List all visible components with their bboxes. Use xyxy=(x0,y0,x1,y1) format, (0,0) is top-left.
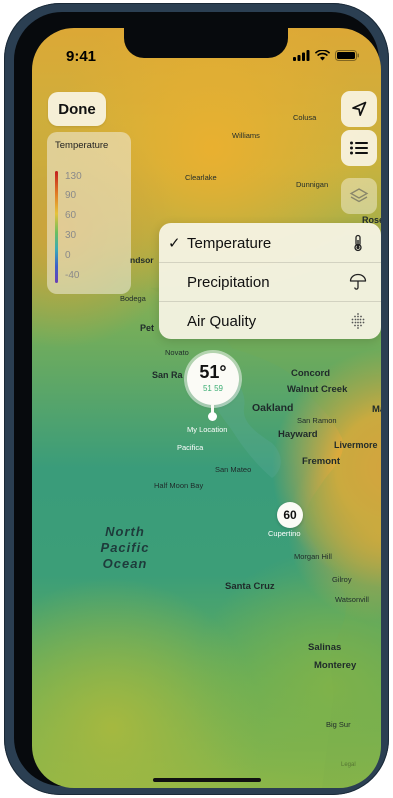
battery-icon xyxy=(335,50,359,61)
phone-bezel: 9:41 Done Temperature 130 90 60 30 0 -40… xyxy=(14,12,381,788)
layers-button[interactable] xyxy=(341,178,377,214)
home-indicator[interactable] xyxy=(153,778,261,782)
low-temperature: 51 xyxy=(202,384,212,393)
status-bar: 9:41 xyxy=(32,28,381,74)
menu-item-label: Precipitation xyxy=(187,273,270,291)
place-label: Cupertino xyxy=(268,529,301,538)
done-button[interactable]: Done xyxy=(48,92,106,126)
place-label: Fremont xyxy=(302,456,340,467)
place-label: Walnut Creek xyxy=(287,384,348,395)
place-label: Ma xyxy=(372,404,381,415)
legend-value: 30 xyxy=(65,230,77,241)
place-label: San Ramon xyxy=(297,416,337,425)
place-label: Salinas xyxy=(308,642,342,653)
menu-item-precipitation[interactable]: Precipitation xyxy=(159,263,381,301)
menu-item-air-quality[interactable]: Air Quality xyxy=(159,302,381,339)
list-button[interactable] xyxy=(341,130,377,166)
legend-color-scale xyxy=(55,171,58,283)
current-temperature: 51° xyxy=(199,362,227,382)
temperature-range: 51 59 xyxy=(187,384,239,393)
menu-item-temperature[interactable]: ✓ Temperature xyxy=(159,224,381,262)
umbrella-icon xyxy=(349,273,367,290)
legend-value: 60 xyxy=(65,210,77,221)
place-label: Pacifica xyxy=(177,443,204,452)
phone-frame: 9:41 Done Temperature 130 90 60 30 0 -40… xyxy=(4,3,389,795)
location-arrow-icon xyxy=(352,101,367,117)
place-label: Bodega xyxy=(120,294,146,303)
place-label: Clearlake xyxy=(185,173,217,182)
list-icon xyxy=(350,141,368,155)
cupertino-temperature-pin[interactable]: 60 xyxy=(277,502,303,528)
place-label: ndsor xyxy=(130,255,154,265)
status-time: 9:41 xyxy=(66,48,97,65)
legal-link[interactable]: Legal xyxy=(341,762,356,768)
place-label: Morgan Hill xyxy=(294,552,332,561)
place-label: Concord xyxy=(291,368,331,379)
place-label: Colusa xyxy=(293,113,317,122)
legend-value: 130 xyxy=(65,171,82,182)
temperature-legend: Temperature 130 90 60 30 0 -40 xyxy=(47,132,131,294)
place-label: Santa Cruz xyxy=(225,581,275,592)
location-dot xyxy=(208,412,217,421)
place-label: Williams xyxy=(232,131,260,140)
place-label: San Mateo xyxy=(215,465,252,474)
place-label: Watsonvill xyxy=(335,595,369,604)
notch xyxy=(124,28,288,58)
legend-value: 90 xyxy=(65,190,77,201)
ocean-label: North Pacific Ocean xyxy=(100,524,150,571)
place-label: Livermore xyxy=(334,440,378,450)
layers-icon xyxy=(349,188,369,203)
place-label: Hayward xyxy=(278,429,318,440)
place-label: San Ra xyxy=(152,370,183,380)
high-temperature: 59 xyxy=(214,384,224,393)
wifi-icon xyxy=(315,50,330,61)
location-button[interactable] xyxy=(341,91,377,127)
menu-item-label: Temperature xyxy=(187,234,272,252)
place-label: Gilroy xyxy=(332,575,352,584)
my-location-label: My Location xyxy=(187,425,228,434)
current-location-pin[interactable]: 51° 51 59 xyxy=(187,353,239,405)
cellular-signal-icon xyxy=(293,50,310,61)
air-quality-icon xyxy=(351,313,365,329)
map-layer-menu: ✓ Temperature Precipitation Air Quality xyxy=(159,223,381,339)
map-screen[interactable]: 9:41 Done Temperature 130 90 60 30 0 -40… xyxy=(32,28,381,788)
menu-item-label: Air Quality xyxy=(187,312,257,330)
place-label: Dunnigan xyxy=(296,180,329,189)
place-label: Monterey xyxy=(314,660,357,671)
thermometer-icon xyxy=(354,234,362,252)
place-label: Pet xyxy=(140,323,155,333)
place-label: Novato xyxy=(165,348,189,357)
place-label: Oakland xyxy=(252,402,294,414)
legend-value: 0 xyxy=(65,250,71,261)
place-label: Big Sur xyxy=(326,720,351,729)
status-icons xyxy=(293,50,359,61)
legend-value: -40 xyxy=(65,270,80,281)
legend-title: Temperature xyxy=(55,140,109,151)
checkmark-icon: ✓ xyxy=(168,235,181,252)
place-label: Half Moon Bay xyxy=(154,481,204,490)
